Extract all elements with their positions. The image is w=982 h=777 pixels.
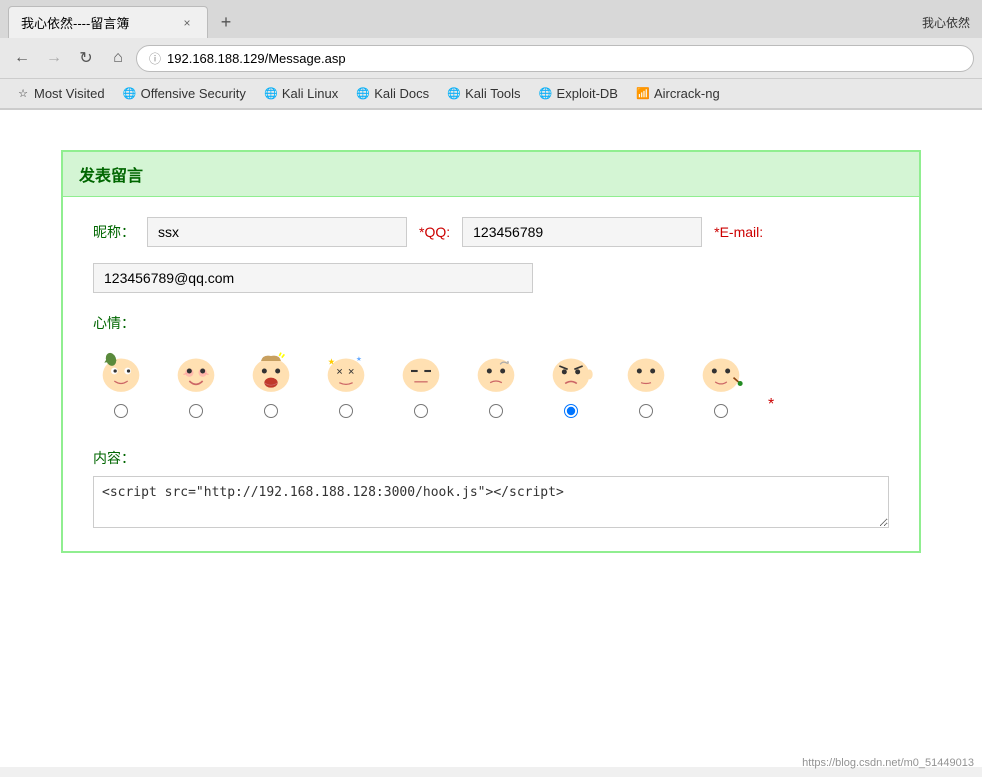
svg-text:✕: ✕ <box>336 366 343 376</box>
security-icon: ⓘ <box>149 50 161 67</box>
bookmark-label: Aircrack-ng <box>654 86 720 101</box>
browser-tab[interactable]: 我心依然----留言簿 × <box>8 6 208 38</box>
browser-chrome: 我心依然----留言簿 × + 我心依然 ← → ↻ ⌂ ⓘ ☆ Most Vi… <box>0 0 982 110</box>
new-tab-button[interactable]: + <box>212 8 240 36</box>
page-content: 发表留言 昵称： *QQ: *E-mail: 心情： <box>0 110 982 767</box>
globe-icon: 🌐 <box>539 87 553 101</box>
mood-radio-5[interactable] <box>414 404 428 418</box>
tab-title: 我心依然----留言簿 <box>21 13 171 32</box>
address-bar[interactable]: ⓘ <box>136 45 974 72</box>
mood-item-1 <box>93 343 148 418</box>
bookmark-kali-linux[interactable]: 🌐 Kali Linux <box>256 83 346 104</box>
emoji-6 <box>468 343 523 398</box>
nickname-label: 昵称： <box>93 222 135 242</box>
home-button[interactable]: ⌂ <box>104 44 132 72</box>
title-bar: 我心依然----留言簿 × + 我心依然 <box>0 0 982 38</box>
mood-radio-3[interactable] <box>264 404 278 418</box>
globe-icon: 🌐 <box>123 87 137 101</box>
email-input[interactable] <box>93 263 533 293</box>
back-button[interactable]: ← <box>8 44 36 72</box>
bookmark-label: Kali Tools <box>465 86 520 101</box>
star-icon: ☆ <box>16 87 30 101</box>
svg-text:★: ★ <box>327 356 334 366</box>
form-body: 昵称： *QQ: *E-mail: 心情： <box>63 197 919 551</box>
emoji-9 <box>693 343 748 398</box>
mood-item-5 <box>393 343 448 418</box>
mood-radio-9[interactable] <box>714 404 728 418</box>
content-label: 内容： <box>93 448 889 468</box>
emoji-5 <box>393 343 448 398</box>
form-header: 发表留言 <box>63 152 919 197</box>
tab-close-button[interactable]: × <box>179 15 195 31</box>
svg-text:★: ★ <box>356 355 362 363</box>
bookmark-label: Exploit-DB <box>557 86 618 101</box>
globe-icon: 🌐 <box>447 87 461 101</box>
form-title: 发表留言 <box>79 168 143 185</box>
qq-label: *QQ: <box>419 224 450 240</box>
emoji-7 <box>543 343 598 398</box>
mood-radio-1[interactable] <box>114 404 128 418</box>
mood-radio-8[interactable] <box>639 404 653 418</box>
form-row-1: 昵称： *QQ: *E-mail: <box>93 217 889 247</box>
globe-icon: 🌐 <box>264 87 278 101</box>
form-container: 发表留言 昵称： *QQ: *E-mail: 心情： <box>61 150 921 553</box>
bookmark-kali-tools[interactable]: 🌐 Kali Tools <box>439 83 528 104</box>
top-right-text: 我心依然 <box>922 14 974 31</box>
svg-text:✕: ✕ <box>347 366 354 376</box>
mood-item-4: ✕ ✕ ★ ★ <box>318 343 373 418</box>
email-label: *E-mail: <box>714 224 763 240</box>
mood-label: 心情： <box>93 313 889 333</box>
globe-icon: 🌐 <box>356 87 370 101</box>
nickname-input[interactable] <box>147 217 407 247</box>
mood-radio-2[interactable] <box>189 404 203 418</box>
bookmark-offensive-security[interactable]: 🌐 Offensive Security <box>115 83 254 104</box>
mood-item-3 <box>243 343 298 418</box>
emoji-8 <box>618 343 673 398</box>
mood-item-9 <box>693 343 748 418</box>
bookmark-label: Most Visited <box>34 86 105 101</box>
mood-radio-6[interactable] <box>489 404 503 418</box>
bookmark-kali-docs[interactable]: 🌐 Kali Docs <box>348 83 437 104</box>
mood-item-6 <box>468 343 523 418</box>
watermark: https://blog.csdn.net/m0_51449013 <box>802 757 974 769</box>
emoji-3 <box>243 343 298 398</box>
forward-button[interactable]: → <box>40 44 68 72</box>
emoji-2 <box>168 343 223 398</box>
bookmark-label: Kali Docs <box>374 86 429 101</box>
reload-button[interactable]: ↻ <box>72 44 100 72</box>
qq-input[interactable] <box>462 217 702 247</box>
form-row-2 <box>93 263 889 293</box>
bookmark-exploit-db[interactable]: 🌐 Exploit-DB <box>531 83 626 104</box>
mood-radio-7[interactable] <box>564 404 578 418</box>
bookmarks-bar: ☆ Most Visited 🌐 Offensive Security 🌐 Ka… <box>0 79 982 109</box>
mood-item-2 <box>168 343 223 418</box>
url-input[interactable] <box>167 51 961 66</box>
mood-item-8 <box>618 343 673 418</box>
bookmark-most-visited[interactable]: ☆ Most Visited <box>8 83 113 104</box>
mood-item-7 <box>543 343 598 418</box>
emoji-4: ✕ ✕ ★ ★ <box>318 343 373 398</box>
mood-section: 心情： <box>93 313 889 418</box>
mood-radio-4[interactable] <box>339 404 353 418</box>
content-textarea[interactable] <box>93 476 889 528</box>
bookmark-label: Offensive Security <box>141 86 246 101</box>
bookmark-aircrack-ng[interactable]: 📶 Aircrack-ng <box>628 83 728 104</box>
emoji-1 <box>93 343 148 398</box>
wifi-icon: 📶 <box>636 87 650 101</box>
bookmark-label: Kali Linux <box>282 86 338 101</box>
nav-bar: ← → ↻ ⌂ ⓘ <box>0 38 982 79</box>
mood-icons-row: ✕ ✕ ★ ★ <box>93 343 889 418</box>
content-section: 内容： <box>93 448 889 531</box>
required-indicator: * <box>768 396 774 414</box>
